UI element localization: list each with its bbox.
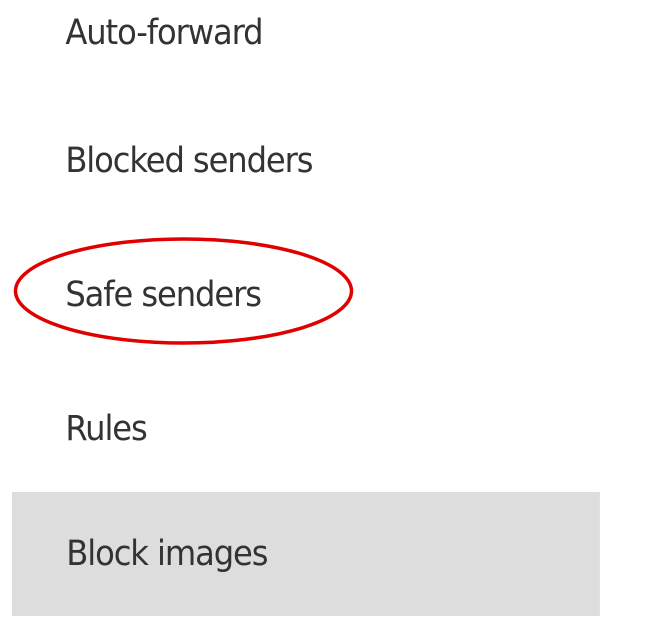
- menu-item-label: Block images: [66, 534, 268, 574]
- menu-item-label: Safe senders: [65, 275, 262, 315]
- menu-item-block-images[interactable]: Block images: [12, 492, 600, 616]
- menu-item-auto-forward[interactable]: Auto-forward: [0, 0, 599, 66]
- menu-item-blocked-senders[interactable]: Blocked senders: [0, 128, 599, 194]
- menu-item-label: Auto-forward: [65, 13, 263, 53]
- menu-item-rules[interactable]: Rules: [0, 396, 599, 462]
- menu-item-safe-senders[interactable]: Safe senders: [0, 262, 599, 328]
- menu-item-label: Blocked senders: [65, 141, 313, 181]
- menu-item-label: Rules: [65, 409, 147, 449]
- settings-menu: Auto-forward Blocked senders Safe sender…: [0, 0, 651, 626]
